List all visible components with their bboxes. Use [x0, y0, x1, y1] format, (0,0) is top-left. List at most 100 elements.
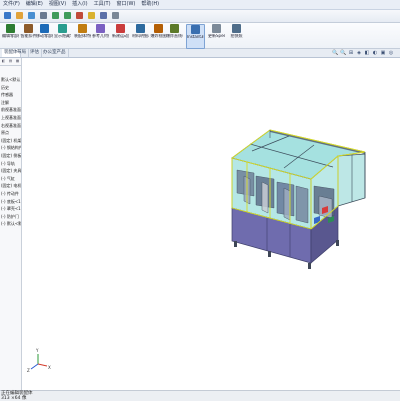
save-icon[interactable] — [28, 12, 35, 19]
command-manager-ribbon: 编辑零部件智能扣件移动零部件显示隐藏零部件装配体特征参考几何体新建运动算例材料明… — [0, 23, 400, 49]
ribbon-button-label: 显示隐藏零部件 — [54, 34, 71, 38]
triad-z-axis — [30, 363, 39, 370]
assembly-features-icon — [78, 24, 87, 33]
ribbon-button-10[interactable]: Instant3D — [186, 24, 205, 49]
leveling-foot — [234, 241, 237, 247]
tree-node[interactable]: (-) 钢结构件 — [1, 144, 21, 152]
tree-node[interactable]: 默认<默认 — [1, 76, 21, 84]
tree-node[interactable]: 历史 — [1, 84, 21, 92]
tree-node[interactable]: 上视基准面 — [1, 114, 21, 122]
ribbon-button-5[interactable]: 参考几何体 — [92, 24, 109, 47]
view-tool-5-icon[interactable]: ◐ — [372, 50, 378, 56]
reference-geometry-icon — [96, 24, 105, 33]
open-icon[interactable] — [16, 12, 23, 19]
config-tab[interactable]: ▦ — [14, 58, 21, 65]
options-icon[interactable] — [112, 12, 119, 19]
menu-item-4[interactable]: 工具(T) — [91, 0, 114, 9]
heads-up-view-toolbar: 🔍 🔍 ⊞ ◈ ◧ ◐ ▣ ◎ — [332, 50, 394, 56]
internal-mechanism — [261, 181, 269, 214]
ribbon-button-label: 新建运动算例 — [112, 34, 129, 38]
ribbon-button-label: 更新Speedpak — [208, 34, 225, 38]
tree-node[interactable]: (-) 导轨 — [1, 160, 21, 168]
ribbon-button-4[interactable]: 装配体特征 — [74, 24, 91, 47]
new-icon[interactable] — [4, 12, 11, 19]
move-component-icon — [40, 24, 49, 33]
ribbon-button-3[interactable]: 显示隐藏零部件 — [54, 24, 71, 47]
motion-study-icon — [116, 24, 125, 33]
tree-node[interactable]: 右视基准面 — [1, 122, 21, 130]
undo-icon[interactable] — [52, 12, 59, 19]
assembly-model[interactable] — [231, 129, 366, 269]
menu-item-1[interactable]: 编辑(E) — [23, 0, 46, 9]
view-tool-0-icon[interactable]: 🔍 — [332, 50, 338, 56]
ribbon-button-7[interactable]: 材料明细表 — [132, 24, 149, 47]
ribbon-button-9[interactable]: 爆炸直线草图 — [166, 24, 183, 47]
tree-node[interactable]: (-) 默认<默认> — [1, 220, 21, 228]
triad-label: Z — [27, 368, 30, 373]
tree-node[interactable]: (固定) 电机 — [1, 182, 21, 190]
graphics-area[interactable]: Y X Z — [22, 58, 400, 390]
view-tool-2-icon[interactable]: ⊞ — [348, 50, 354, 56]
ribbon-button-label: 爆炸直线草图 — [166, 34, 183, 38]
feature-tree-tab[interactable]: ◧ — [0, 58, 7, 65]
feature-manager-panel: ◧ ▤ ▦ 默认<默认 历史 传感器 注解 前视基准面 上视基准面 右视基准面 原点 (固定) … — [0, 58, 22, 390]
redo-icon[interactable] — [64, 12, 71, 19]
leveling-foot — [268, 251, 271, 257]
view-tool-4-icon[interactable]: ◧ — [364, 50, 370, 56]
menu-item-0[interactable]: 文件(F) — [0, 0, 23, 9]
tab-2[interactable]: 评估 — [28, 49, 42, 57]
menu-item-2[interactable]: 视图(V) — [46, 0, 69, 9]
ribbon-button-2[interactable]: 移动零部件 — [36, 24, 53, 47]
quick-access-toolbar — [0, 10, 400, 23]
tree-node[interactable]: (-) 防护门 — [1, 213, 21, 221]
internal-mechanism — [283, 187, 291, 221]
tree-node[interactable]: 原点 — [1, 129, 21, 137]
tab-1[interactable]: 布局 — [15, 49, 29, 57]
menu-item-6[interactable]: 帮助(H) — [138, 0, 162, 9]
tree-node[interactable]: (固定) 夹具 — [1, 167, 21, 175]
view-tool-7-icon[interactable]: ◎ — [388, 50, 394, 56]
view-tool-3-icon[interactable]: ◈ — [356, 50, 362, 56]
view-tool-6-icon[interactable]: ▣ — [380, 50, 386, 56]
print-icon[interactable] — [40, 12, 47, 19]
show-hidden-icon — [58, 24, 67, 33]
tree-node[interactable]: 注解 — [1, 99, 21, 107]
ribbon-button-label: 移动零部件 — [36, 34, 53, 38]
tree-node[interactable]: (-) 气缸 — [1, 175, 21, 183]
leveling-foot — [336, 240, 339, 246]
feature-tree: 默认<默认 历史 传感器 注解 前视基准面 上视基准面 右视基准面 原点 (固定) 机架 (-) … — [1, 76, 21, 228]
menu-item-5[interactable]: 窗口(W) — [114, 0, 139, 9]
file-properties-icon[interactable] — [100, 12, 107, 19]
tree-node[interactable]: (-) 底板<1> — [1, 198, 21, 206]
menu-bar: 文件(F) 编辑(E) 视图(V) 插入(I) 工具(T) 窗口(W) 帮助(H) — [0, 0, 400, 10]
triad-label: X — [48, 365, 51, 370]
status-bar: 正在编辑装配体 313 ×64 像 — [0, 390, 400, 401]
select-icon[interactable] — [76, 12, 83, 19]
ribbon-button-0[interactable]: 编辑零部件 — [2, 24, 19, 47]
rebuild-icon[interactable] — [88, 12, 95, 19]
tree-node[interactable]: 传感器 — [1, 91, 21, 99]
property-tab[interactable]: ▤ — [7, 58, 14, 65]
snapshot-icon — [232, 24, 241, 33]
edit-component-icon — [6, 24, 15, 33]
tree-node[interactable]: (固定) 机架 — [1, 137, 21, 145]
leveling-foot — [308, 263, 311, 269]
tree-node[interactable]: (固定) 侧板 — [1, 152, 21, 160]
triad-label: Y — [35, 348, 39, 353]
ribbon-button-12[interactable]: 拍快照 — [228, 24, 245, 47]
ribbon-button-label: 材料明细表 — [132, 34, 149, 38]
view-tool-1-icon[interactable]: 🔍 — [340, 50, 346, 56]
tab-3[interactable]: 办公室产品 — [41, 49, 69, 57]
coordinate-triad: Y X Z — [27, 348, 51, 373]
tree-node[interactable]: (-) 传动件 — [1, 190, 21, 198]
menu-item-3[interactable]: 插入(I) — [69, 0, 90, 9]
tree-node[interactable]: (-) 罩壳<1> — [1, 205, 21, 213]
ribbon-button-8[interactable]: 爆炸视图 — [150, 24, 167, 47]
ribbon-button-1[interactable]: 智能扣件 — [20, 24, 37, 47]
ribbon-button-6[interactable]: 新建运动算例 — [112, 24, 129, 47]
ribbon-button-11[interactable]: 更新Speedpak — [208, 24, 225, 47]
side-extension — [337, 153, 366, 207]
ribbon-button-label: 智能扣件 — [20, 34, 37, 38]
panel-tabs: ◧ ▤ ▦ — [0, 58, 21, 66]
tree-node[interactable]: 前视基准面 — [1, 106, 21, 114]
